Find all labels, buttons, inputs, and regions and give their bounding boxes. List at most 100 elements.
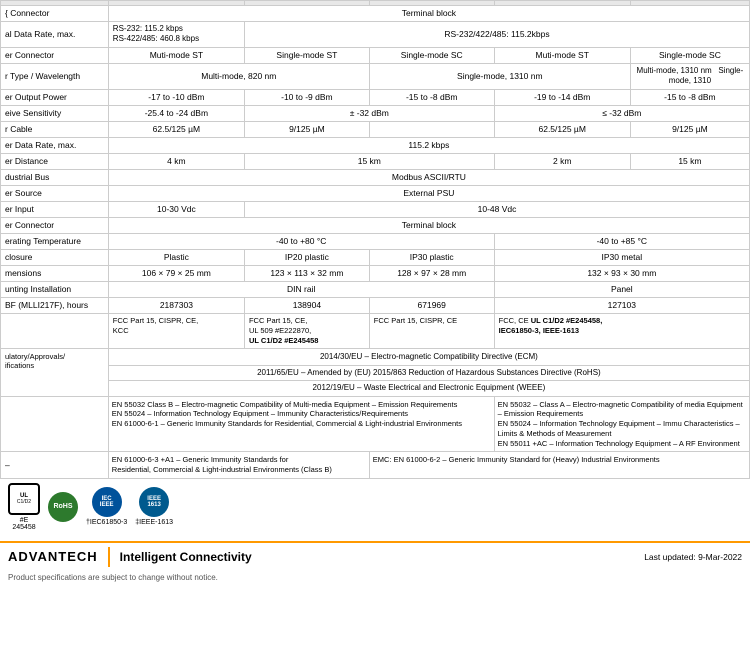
standards-left: EN 55032 Class B – Electro-magnetic Comp… <box>108 396 494 452</box>
pwrconn-val: Terminal block <box>108 218 749 234</box>
table-row: er Distance 4 km 15 km 2 km 15 km <box>1 153 750 169</box>
iec-cert-icon: IECIEEE †IEC61850-3 <box>86 487 127 526</box>
fiberdist-col3: 2 km <box>494 153 630 169</box>
optemp-col1: -40 to +80 °C <box>108 234 494 250</box>
cert-col3: FCC Part 15, CISPR, CE <box>369 314 494 348</box>
dims-col1: 106 × 79 × 25 mm <box>108 266 244 282</box>
ul-cert-icon: UL C1/D2 #E245458 <box>8 483 40 531</box>
pwrinput-col2: 10-48 Vdc <box>244 201 749 217</box>
footer-bar: ADVANTECH Intelligent Connectivity Last … <box>0 541 750 571</box>
mounting-col2: Panel <box>494 282 749 298</box>
row-label-datarate: al Data Rate, max. <box>1 22 109 48</box>
table-row-extra-standards: – EN 61000-6-3 +A1 – Generic Immunity St… <box>1 452 750 479</box>
table-row: BF (MLLI217F), hours 2187303 138904 6719… <box>1 298 750 314</box>
enclosure-col2: IP20 plastic <box>244 250 369 266</box>
fiberdist-col2: 15 km <box>244 153 494 169</box>
fibertype-col1: Multi-mode, 820 nm <box>108 63 369 89</box>
cable-col3 <box>369 121 494 137</box>
row-label-fibertype: r Type / Wavelength <box>1 63 109 89</box>
fiberdist-col4: 15 km <box>630 153 749 169</box>
row-label-outputpwr: er Output Power <box>1 89 109 105</box>
row-label-standards <box>1 396 109 452</box>
iec-cert-label: †IEC61850-3 <box>86 519 127 526</box>
table-row: closure Plastic IP20 plastic IP30 plasti… <box>1 250 750 266</box>
dims-col3: 128 × 97 × 28 mm <box>369 266 494 282</box>
outputpwr-col5: -15 to -8 dBm <box>630 89 749 105</box>
rohs-badge: RoHS <box>48 492 78 522</box>
table-row: { Connector Terminal block <box>1 6 750 22</box>
row-label-rxsens: eive Sensitivity <box>1 105 109 121</box>
mtbf-col4: 127103 <box>494 298 749 314</box>
row-label-fiberdatarate: er Data Rate, max. <box>1 137 109 153</box>
row-label-pwrconn: er Connector <box>1 218 109 234</box>
table-row: er Connector Terminal block <box>1 218 750 234</box>
row-label-mounting: unting Installation <box>1 282 109 298</box>
row-label-fiberconn: er Connector <box>1 47 109 63</box>
standards-right: EN 55032 – Class A – Electro-magnetic Co… <box>494 396 749 452</box>
outputpwr-col1: -17 to -10 dBm <box>108 89 244 105</box>
fiberdatarate-val: 115.2 kbps <box>108 137 749 153</box>
table-row: mensions 106 × 79 × 25 mm 123 × 113 × 32… <box>1 266 750 282</box>
cert-icons-row: UL C1/D2 #E245458 RoHS IECIEEE †IEC61850… <box>0 479 750 535</box>
row-label-pwrsrc: er Source <box>1 185 109 201</box>
table-row-standards: EN 55032 Class B – Electro-magnetic Comp… <box>1 396 750 452</box>
cable-col2: 9/125 µM <box>244 121 369 137</box>
mtbf-col2: 138904 <box>244 298 369 314</box>
brand-divider-line <box>108 547 110 567</box>
table-row: er Output Power -17 to -10 dBm -10 to -9… <box>1 89 750 105</box>
rohs-icon-text: RoHS <box>53 503 72 510</box>
cert-col1: FCC Part 15, CISPR, CE,KCC <box>108 314 244 348</box>
rxsens-col2: ± -32 dBm <box>244 105 494 121</box>
ieee1613-icon-text: IEEE1613 <box>147 496 161 508</box>
row-label-indbus: dustrial Bus <box>1 169 109 185</box>
datarate-col2: RS-232/422/485: 115.2kbps <box>244 22 749 48</box>
table-row: 2011/65/EU – Amended by (EU) 2015/863 Re… <box>1 365 750 380</box>
enclosure-col1: Plastic <box>108 250 244 266</box>
row-label-cable: r Cable <box>1 121 109 137</box>
fiberconn-col1: Muti-mode ST <box>108 47 244 63</box>
rohs-cert-icon: RoHS <box>48 492 78 522</box>
table-row: FCC Part 15, CISPR, CE,KCC FCC Part 15, … <box>1 314 750 348</box>
row-label-dims: mensions <box>1 266 109 282</box>
cert-col4: FCC, CE UL C1/D2 #E245458,IEC61850-3, IE… <box>494 314 749 348</box>
iec-icon-text: IECIEEE <box>100 496 114 508</box>
table-row: al Data Rate, max. RS-232: 115.2 kbpsRS-… <box>1 22 750 48</box>
indbus-val: Modbus ASCII/RTU <box>108 169 749 185</box>
fibertype-col2: Single-mode, 1310 nm <box>369 63 630 89</box>
rxsens-col1: -25.4 to -24 dBm <box>108 105 244 121</box>
cable-col4: 62.5/125 µM <box>494 121 630 137</box>
fiberconn-col4: Muti-mode ST <box>494 47 630 63</box>
outputpwr-col3: -15 to -8 dBm <box>369 89 494 105</box>
table-row: 2012/19/EU – Waste Electrical and Electr… <box>1 381 750 396</box>
row-label-extra: – <box>1 452 109 479</box>
ieee1613-badge: IEEE1613 <box>139 487 169 517</box>
fiberdist-col1: 4 km <box>108 153 244 169</box>
table-row: r Type / Wavelength Multi-mode, 820 nm S… <box>1 63 750 89</box>
ul-cert-label: #E245458 <box>12 517 35 531</box>
cable-col5: 9/125 µM <box>630 121 749 137</box>
row-label-cert <box>1 314 109 348</box>
optemp-col2: -40 to +85 °C <box>494 234 749 250</box>
enclosure-col3: IP30 plastic <box>369 250 494 266</box>
row-label-pwrinput: er Input <box>1 201 109 217</box>
table-row-regulatory: ulatory/Approvals/ifications 2014/30/EU … <box>1 348 750 365</box>
extra-standards-right: EMC: EN 61000-6-2 – Generic Immunity Sta… <box>369 452 749 479</box>
brand-name: ADVANTECH <box>8 549 98 564</box>
cable-col1: 62.5/125 µM <box>108 121 244 137</box>
footer-notice: Product specifications are subject to ch… <box>0 571 750 588</box>
table-row: r Cable 62.5/125 µM 9/125 µM 62.5/125 µM… <box>1 121 750 137</box>
fiberconn-col2: Single-mode ST <box>244 47 369 63</box>
mtbf-col3: 671969 <box>369 298 494 314</box>
dims-col4: 132 × 93 × 30 mm <box>494 266 749 282</box>
specs-table: { Connector Terminal block al Data Rate,… <box>0 0 750 479</box>
outputpwr-col2: -10 to -9 dBm <box>244 89 369 105</box>
directive-rohs: 2011/65/EU – Amended by (EU) 2015/863 Re… <box>108 365 749 380</box>
rxsens-col3: ≤ -32 dBm <box>494 105 749 121</box>
row-label-optemp: erating Temperature <box>1 234 109 250</box>
row-label-connector: { Connector <box>1 6 109 22</box>
ieee1613-cert-label: ‡IEEE-1613 <box>135 519 173 526</box>
ul-icon-sub1: C1/D2 <box>17 499 31 505</box>
cert-col2: FCC Part 15, CE,UL 509 #E222870,UL C1/D2… <box>244 314 369 348</box>
dims-col2: 123 × 113 × 32 mm <box>244 266 369 282</box>
pwrsrc-val: External PSU <box>108 185 749 201</box>
